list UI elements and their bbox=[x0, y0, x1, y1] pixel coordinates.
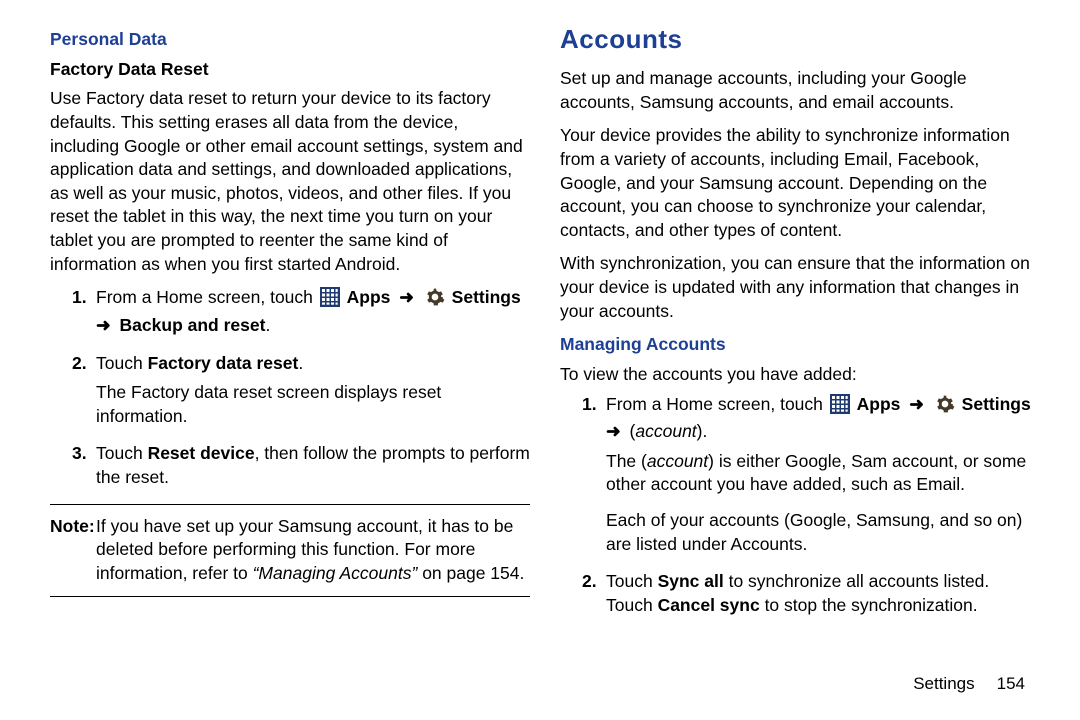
note-body: If you have set up your Samsung account,… bbox=[96, 515, 530, 586]
page-number: 154 bbox=[997, 674, 1025, 693]
step-number: 1. bbox=[72, 286, 96, 310]
step-number: 1. bbox=[582, 393, 606, 417]
arrow-icon: ➜ bbox=[606, 421, 621, 441]
arrow-icon: ➜ bbox=[399, 287, 414, 307]
managing-steps: 1. From a Home screen, touch Apps ➜ Sett… bbox=[560, 393, 1040, 618]
step-number: 2. bbox=[582, 570, 606, 594]
right-column: Accounts Set up and manage accounts, inc… bbox=[560, 28, 1040, 700]
divider bbox=[50, 596, 530, 597]
step-number: 3. bbox=[72, 442, 96, 466]
arrow-icon: ➜ bbox=[909, 394, 924, 414]
step-1: 1. From a Home screen, touch Apps ➜ Sett… bbox=[50, 286, 530, 337]
apps-grid-icon bbox=[830, 394, 850, 421]
factory-data-reset-heading: Factory Data Reset bbox=[50, 58, 530, 82]
step-number: 2. bbox=[72, 352, 96, 376]
apps-grid-icon bbox=[320, 287, 340, 314]
step-2-line1: Touch Factory data reset. bbox=[96, 352, 530, 376]
note-block: Note: If you have set up your Samsung ac… bbox=[50, 515, 530, 586]
factory-reset-intro: Use Factory data reset to return your de… bbox=[50, 87, 530, 276]
factory-reset-steps: 1. From a Home screen, touch Apps ➜ Sett… bbox=[50, 286, 530, 489]
settings-gear-icon bbox=[425, 287, 445, 314]
note-label: Note: bbox=[50, 515, 96, 539]
settings-gear-icon bbox=[935, 394, 955, 421]
footer-section: Settings bbox=[913, 674, 974, 693]
m-step-1-line1: From a Home screen, touch Apps ➜ Setting… bbox=[606, 393, 1040, 444]
arrow-icon: ➜ bbox=[96, 315, 111, 335]
step-3-text: Touch Reset device, then follow the prom… bbox=[96, 442, 530, 489]
left-column: Personal Data Factory Data Reset Use Fac… bbox=[50, 28, 530, 700]
m-step-2: 2. Touch Sync all to synchronize all acc… bbox=[560, 570, 1040, 617]
managing-accounts-heading: Managing Accounts bbox=[560, 333, 1040, 357]
accounts-heading: Accounts bbox=[560, 22, 1040, 57]
step-1-text: From a Home screen, touch Apps ➜ Setting… bbox=[96, 286, 530, 337]
accounts-p3: With synchronization, you can ensure tha… bbox=[560, 252, 1040, 323]
m-step-1-line3: Each of your accounts (Google, Samsung, … bbox=[606, 509, 1040, 556]
page-footer: Settings 154 bbox=[913, 673, 1025, 696]
step-2-line2: The Factory data reset screen displays r… bbox=[96, 381, 530, 428]
managing-intro: To view the accounts you have added: bbox=[560, 363, 1040, 387]
personal-data-heading: Personal Data bbox=[50, 28, 530, 52]
step-2: 2. Touch Factory data reset. The Factory… bbox=[50, 352, 530, 429]
divider bbox=[50, 504, 530, 505]
accounts-p2: Your device provides the ability to sync… bbox=[560, 124, 1040, 242]
m-step-2-text: Touch Sync all to synchronize all accoun… bbox=[606, 570, 1040, 617]
step-3: 3. Touch Reset device, then follow the p… bbox=[50, 442, 530, 489]
m-step-1: 1. From a Home screen, touch Apps ➜ Sett… bbox=[560, 393, 1040, 557]
m-step-1-line2: The (account) is either Google, Sam acco… bbox=[606, 450, 1040, 497]
document-page: Personal Data Factory Data Reset Use Fac… bbox=[0, 0, 1080, 720]
accounts-p1: Set up and manage accounts, including yo… bbox=[560, 67, 1040, 114]
